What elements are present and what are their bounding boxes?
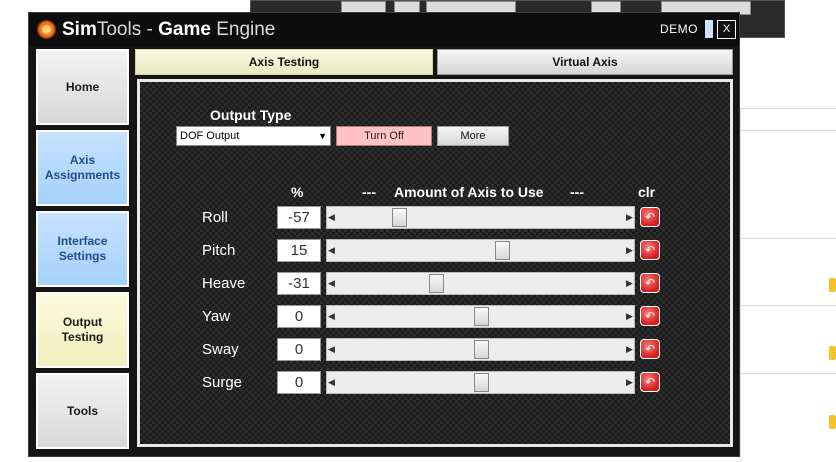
output-type-label: Output Type [210, 107, 292, 123]
demo-indicator [705, 20, 713, 38]
axis-testing-panel: Output Type DOF Output ▼ Turn Off More %… [137, 79, 733, 447]
turn-off-button[interactable]: Turn Off [336, 126, 432, 146]
sidebar-item-interface-settings[interactable]: Interface Settings [36, 211, 129, 287]
scroll-left-icon[interactable]: ◀ [327, 207, 336, 228]
demo-label: DEMO [660, 22, 698, 36]
tab-label: Virtual Axis [552, 55, 618, 69]
axis-slider-yaw[interactable]: ◀ ▶ [326, 305, 635, 328]
axis-value-roll[interactable]: -57 [277, 206, 321, 229]
sidebar-item-label: Home [65, 79, 100, 94]
background-divider [740, 305, 836, 306]
title-bar[interactable]: SimTools - Game Engine DEMO X [29, 13, 739, 46]
slider-thumb[interactable] [473, 373, 489, 392]
clr-button-yaw[interactable]: ↶ [640, 306, 660, 326]
sidebar-item-home[interactable]: Home [36, 49, 129, 125]
axis-label-pitch: Pitch [202, 242, 236, 259]
scroll-right-icon[interactable]: ▶ [625, 339, 634, 360]
scroll-left-icon[interactable]: ◀ [327, 273, 336, 294]
more-button[interactable]: More [437, 126, 509, 146]
output-type-value: DOF Output [180, 130, 240, 142]
axis-label-sway: Sway [202, 341, 239, 358]
clr-button-surge[interactable]: ↶ [640, 372, 660, 392]
title-tools: Tools [96, 19, 142, 40]
axis-slider-surge[interactable]: ◀ ▶ [326, 371, 635, 394]
title-sim: Sim [62, 19, 97, 40]
close-icon: X [722, 23, 731, 35]
axis-label-yaw: Yaw [202, 308, 231, 325]
axis-value-yaw[interactable]: 0 [277, 305, 321, 328]
sidebar-item-output-testing[interactable]: Output Testing [36, 292, 129, 368]
scroll-right-icon[interactable]: ▶ [625, 372, 634, 393]
clr-button-pitch[interactable]: ↶ [640, 240, 660, 260]
close-button[interactable]: X [717, 20, 736, 39]
axis-label-heave: Heave [202, 275, 246, 292]
clr-button-sway[interactable]: ↶ [640, 339, 660, 359]
clr-button-heave[interactable]: ↶ [640, 273, 660, 293]
axis-value-heave[interactable]: -31 [277, 272, 321, 295]
simtools-logo-icon [37, 20, 56, 39]
simtools-window: SimTools - Game Engine DEMO X Home Axis … [28, 12, 740, 457]
background-divider [740, 130, 836, 131]
axis-value-surge[interactable]: 0 [277, 371, 321, 394]
axis-slider-sway[interactable]: ◀ ▶ [326, 338, 635, 361]
slider-thumb[interactable] [494, 241, 510, 260]
sidebar-item-axis-assignments[interactable]: Axis Assignments [36, 130, 129, 206]
header-dash: --- [570, 184, 584, 200]
axis-slider-roll[interactable]: ◀ ▶ [326, 206, 635, 229]
slider-thumb[interactable] [473, 340, 489, 359]
scroll-left-icon[interactable]: ◀ [327, 306, 336, 327]
sidebar-item-tools[interactable]: Tools [36, 373, 129, 449]
axis-slider-pitch[interactable]: ◀ ▶ [326, 239, 635, 262]
amount-header: Amount of Axis to Use [394, 184, 544, 200]
slider-thumb[interactable] [473, 307, 489, 326]
background-yellow-marker [829, 415, 836, 429]
sidebar-item-label: Output Testing [61, 315, 104, 344]
tab-axis-testing[interactable]: Axis Testing [135, 49, 433, 75]
background-divider [740, 238, 836, 239]
slider-thumb[interactable] [392, 208, 408, 227]
background-divider [740, 373, 836, 374]
sidebar-item-label: Interface Settings [57, 234, 108, 263]
scroll-left-icon[interactable]: ◀ [327, 339, 336, 360]
output-type-select[interactable]: DOF Output ▼ [176, 126, 331, 146]
axis-label-surge: Surge [202, 374, 243, 391]
sidebar-item-label: Tools [66, 403, 99, 418]
percent-header: % [291, 184, 304, 200]
title-separator: - [141, 19, 159, 40]
axis-value-sway[interactable]: 0 [277, 338, 321, 361]
scroll-left-icon[interactable]: ◀ [327, 240, 336, 261]
axis-slider-heave[interactable]: ◀ ▶ [326, 272, 635, 295]
clr-button-roll[interactable]: ↶ [640, 207, 660, 227]
axis-value-pitch[interactable]: 15 [277, 239, 321, 262]
scroll-right-icon[interactable]: ▶ [625, 273, 634, 294]
axis-label-roll: Roll [202, 209, 228, 226]
tab-virtual-axis[interactable]: Virtual Axis [437, 49, 733, 75]
scroll-right-icon[interactable]: ▶ [625, 207, 634, 228]
scroll-right-icon[interactable]: ▶ [625, 306, 634, 327]
chevron-down-icon: ▼ [318, 131, 327, 141]
clr-header: clr [638, 184, 656, 200]
slider-thumb[interactable] [429, 274, 445, 293]
window-title: SimTools - Game Engine [62, 18, 275, 42]
background-sidebar [740, 108, 836, 462]
scroll-left-icon[interactable]: ◀ [327, 372, 336, 393]
header-dash: --- [362, 184, 376, 200]
background-divider [740, 108, 836, 109]
tab-label: Axis Testing [248, 55, 320, 69]
sidebar-item-label: Axis Assignments [44, 153, 121, 182]
scroll-right-icon[interactable]: ▶ [625, 240, 634, 261]
background-yellow-marker [829, 278, 836, 292]
background-yellow-marker [829, 346, 836, 360]
title-game: Game [158, 19, 211, 40]
title-engine: Engine [210, 19, 276, 40]
